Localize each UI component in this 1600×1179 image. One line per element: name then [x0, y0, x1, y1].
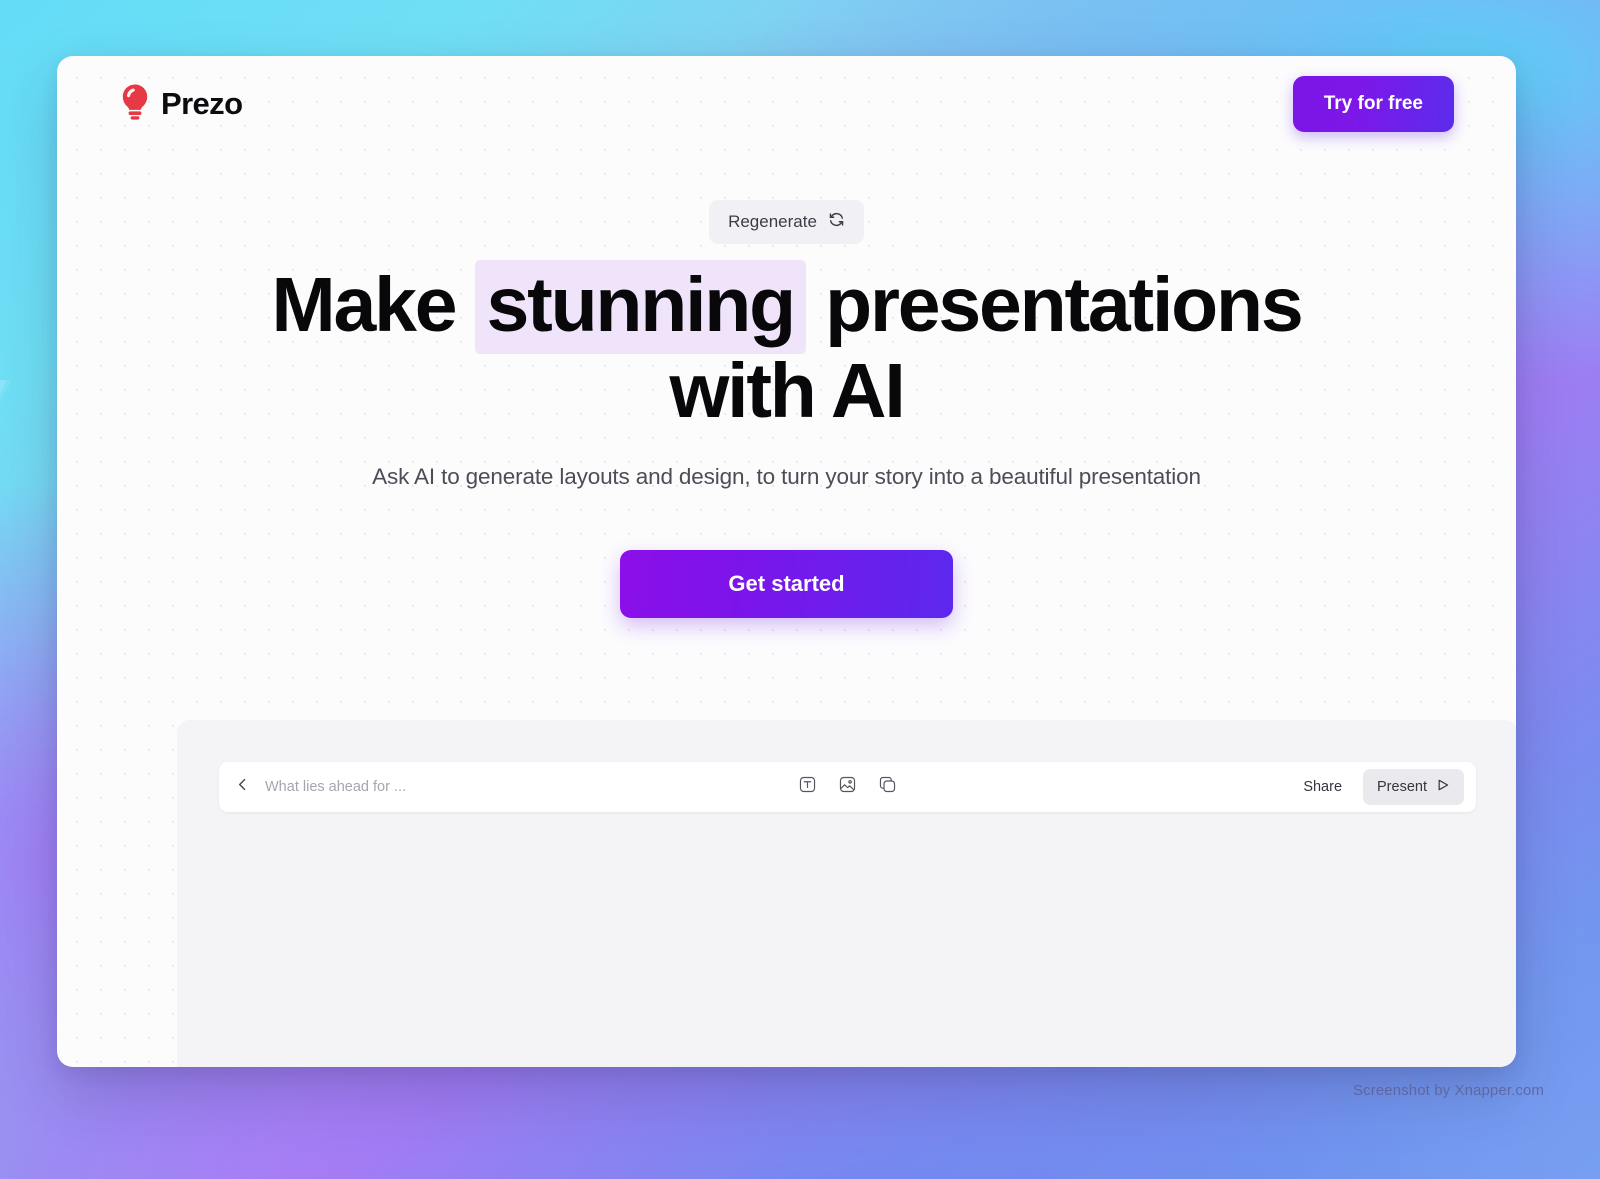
- regenerate-label: Regenerate: [728, 212, 817, 231]
- present-button[interactable]: Present: [1363, 769, 1464, 805]
- toolbar-right-group: Share Present: [1288, 769, 1476, 805]
- play-triangle-icon: [1436, 778, 1450, 796]
- image-tool-icon[interactable]: [838, 775, 857, 799]
- lightbulb-icon: [120, 83, 150, 126]
- desktop-wallpaper: Prezo Try for free Regenerate Make stunn…: [0, 0, 1600, 1179]
- hero-subtitle: Ask AI to generate layouts and design, t…: [372, 464, 1201, 490]
- refresh-cycle-icon: [828, 211, 845, 233]
- try-for-free-button[interactable]: Try for free: [1292, 76, 1454, 132]
- present-label: Present: [1377, 779, 1427, 795]
- toolbar-left-group: What lies ahead for ...: [219, 777, 406, 797]
- text-tool-icon[interactable]: [798, 775, 817, 799]
- regenerate-button[interactable]: Regenerate: [709, 200, 864, 244]
- brand-logo[interactable]: Prezo: [120, 83, 243, 126]
- shape-tool-icon[interactable]: [878, 775, 897, 799]
- screenshot-watermark: Screenshot by Xnapper.com: [1353, 1082, 1544, 1099]
- app-window-card: Prezo Try for free Regenerate Make stunn…: [57, 56, 1516, 1067]
- hero-section: Regenerate Make stunning presentations w…: [57, 152, 1516, 619]
- page-title: Make stunning presentations with AI: [237, 260, 1337, 434]
- brand-name: Prezo: [161, 86, 243, 121]
- share-button[interactable]: Share: [1288, 770, 1357, 804]
- deck-title[interactable]: What lies ahead for ...: [265, 779, 406, 795]
- hero-title-highlight: stunning: [474, 260, 806, 354]
- editor-preview-panel: What lies ahead for ... Share Present: [177, 720, 1516, 1067]
- chevron-left-icon[interactable]: [235, 777, 250, 797]
- hero-title-part1: Make: [271, 262, 475, 348]
- app-header: Prezo Try for free: [57, 56, 1516, 152]
- toolbar-tools-group: [406, 775, 1288, 799]
- editor-toolbar: What lies ahead for ... Share Present: [219, 762, 1476, 812]
- get-started-button[interactable]: Get started: [620, 550, 953, 619]
